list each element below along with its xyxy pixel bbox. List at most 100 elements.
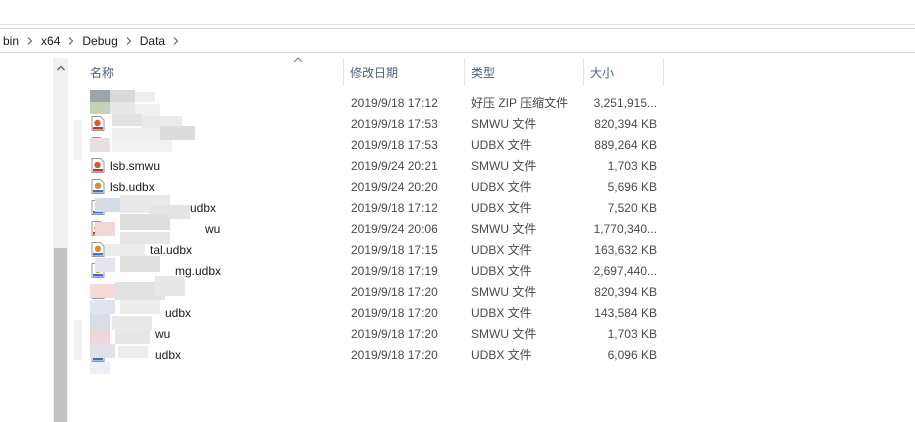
file-name-cell[interactable]: lsb.smwu — [91, 155, 160, 176]
file-type: SMWU 文件 — [471, 285, 537, 299]
file-type: UDBX 文件 — [471, 201, 532, 215]
file-type: UDBX 文件 — [471, 348, 532, 362]
file-row[interactable]: lsb.udbx 2019/9/24 20:20 UDBX 文件 5,696 KB — [84, 176, 664, 197]
chevron-right-icon[interactable] — [63, 29, 79, 52]
column-header-date[interactable]: 修改日期 — [344, 58, 465, 86]
file-row[interactable]: udbx 2019/9/18 17:20 UDBX 文件 143,584 KB — [84, 302, 664, 323]
mosaic-block — [90, 102, 110, 114]
mosaic-block — [112, 140, 172, 152]
mosaic-block — [90, 138, 110, 152]
chevron-right-icon[interactable] — [22, 29, 38, 52]
file-type: UDBX 文件 — [471, 306, 532, 320]
file-name: udbx — [155, 347, 182, 362]
file-size: 143,584 KB — [594, 305, 657, 320]
modified-date: 2019/9/18 17:20 — [351, 347, 438, 362]
file-type: SMWU 文件 — [471, 222, 537, 236]
file-type: SMWU 文件 — [471, 117, 537, 131]
modified-date: 2019/9/24 20:06 — [351, 221, 438, 236]
column-header-name[interactable]: 名称 — [84, 58, 344, 86]
mosaic-block — [105, 244, 145, 256]
file-size: 2,697,440... — [593, 263, 657, 278]
file-type: 好压 ZIP 压缩文件 — [471, 96, 569, 110]
scroll-up-arrow-icon[interactable] — [53, 58, 68, 78]
modified-date: 2019/9/24 20:20 — [351, 179, 438, 194]
mosaic-block — [120, 214, 170, 230]
mosaic-block — [160, 126, 195, 140]
mosaic-block — [90, 344, 115, 358]
mosaic-block — [90, 314, 110, 330]
file-name: wu — [155, 326, 171, 341]
mosaic-block — [120, 256, 160, 272]
mosaic-block — [112, 316, 152, 330]
nav-scrollbar[interactable] — [53, 58, 68, 422]
file-size: 3,251,915... — [593, 95, 657, 110]
mosaic-block — [120, 300, 160, 314]
file-name: udbx — [165, 305, 192, 320]
file-type: UDBX 文件 — [471, 243, 532, 257]
mosaic-block — [115, 330, 150, 344]
file-row[interactable]: udbx 2019/9/18 17:20 UDBX 文件 6,096 KB — [84, 344, 664, 365]
file-size: 1,703 KB — [607, 326, 657, 341]
breadcrumb-bin[interactable]: bin — [0, 29, 22, 52]
file-name: tal.udbx — [150, 242, 193, 257]
file-type: SMWU 文件 — [471, 327, 537, 341]
mosaic-block — [110, 90, 135, 102]
file-size: 7,520 KB — [607, 200, 657, 215]
file-size: 820,394 KB — [594, 116, 657, 131]
mosaic-block — [120, 232, 170, 244]
file-row[interactable]: wu 2019/9/18 17:20 SMWU 文件 1,703 KB — [84, 323, 664, 344]
breadcrumb-x64[interactable]: x64 — [38, 29, 63, 52]
modified-date: 2019/9/24 20:21 — [351, 158, 438, 173]
file-type: UDBX 文件 — [471, 264, 532, 278]
scrollbar-thumb[interactable] — [54, 248, 67, 422]
mosaic-block — [110, 102, 135, 114]
file-row[interactable]: 2019/9/18 17:12 好压 ZIP 压缩文件 3,251,915... — [84, 92, 664, 113]
file-size: 1,703 KB — [607, 158, 657, 173]
mosaic-block — [90, 362, 110, 374]
mosaic-block — [155, 276, 185, 296]
navigation-pane[interactable] — [0, 55, 52, 422]
mosaic-block — [95, 222, 115, 236]
file-row[interactable]: lsb.smwu 2019/9/24 20:21 SMWU 文件 1,703 KB — [84, 155, 664, 176]
file-type: SMWU 文件 — [471, 159, 537, 173]
file-row[interactable]: wu 2019/9/24 20:06 SMWU 文件 1,770,340... — [84, 218, 664, 239]
mosaic-block — [118, 346, 148, 358]
modified-date: 2019/9/18 17:53 — [351, 116, 438, 131]
mosaic-block — [95, 198, 120, 212]
breadcrumb-debug[interactable]: Debug — [79, 29, 120, 52]
file-size: 5,696 KB — [607, 179, 657, 194]
udbx-file-icon — [91, 179, 105, 194]
file-name: udbx — [190, 200, 217, 215]
chevron-right-icon[interactable] — [168, 29, 184, 52]
smwu-file-icon — [91, 158, 105, 173]
modified-date: 2019/9/18 17:20 — [351, 284, 438, 299]
mosaic-block — [74, 320, 82, 360]
modified-date: 2019/9/18 17:12 — [351, 95, 438, 110]
breadcrumb-data[interactable]: Data — [137, 29, 168, 52]
address-bar[interactable]: bin x64 Debug Data — [0, 28, 915, 53]
file-size: 889,264 KB — [594, 137, 657, 152]
file-name: lsb.udbx — [110, 179, 155, 194]
file-name: lsb.smwu — [110, 158, 161, 173]
modified-date: 2019/9/18 17:12 — [351, 200, 438, 215]
modified-date: 2019/9/18 17:15 — [351, 242, 438, 257]
file-name-cell[interactable]: lsb.udbx — [91, 176, 155, 197]
mosaic-block — [135, 92, 155, 102]
modified-date: 2019/9/18 17:20 — [351, 326, 438, 341]
mosaic-block — [90, 330, 110, 344]
column-header-type[interactable]: 类型 — [465, 58, 584, 86]
modified-date: 2019/9/18 17:53 — [351, 137, 438, 152]
file-type: UDBX 文件 — [471, 180, 532, 194]
chevron-right-icon[interactable] — [121, 29, 137, 52]
modified-date: 2019/9/18 17:20 — [351, 305, 438, 320]
smwu-file-icon — [91, 116, 105, 131]
mosaic-block — [90, 90, 110, 102]
mosaic-block — [95, 258, 115, 272]
mosaic-block — [112, 114, 142, 126]
column-header-size[interactable]: 大小 — [584, 58, 664, 86]
mosaic-block — [90, 300, 115, 314]
file-row[interactable]: tal.udbx 2019/9/18 17:15 UDBX 文件 163,632 KB — [84, 239, 664, 260]
modified-date: 2019/9/18 17:19 — [351, 263, 438, 278]
file-name-cell[interactable] — [91, 113, 110, 134]
mosaic-block — [74, 120, 82, 160]
